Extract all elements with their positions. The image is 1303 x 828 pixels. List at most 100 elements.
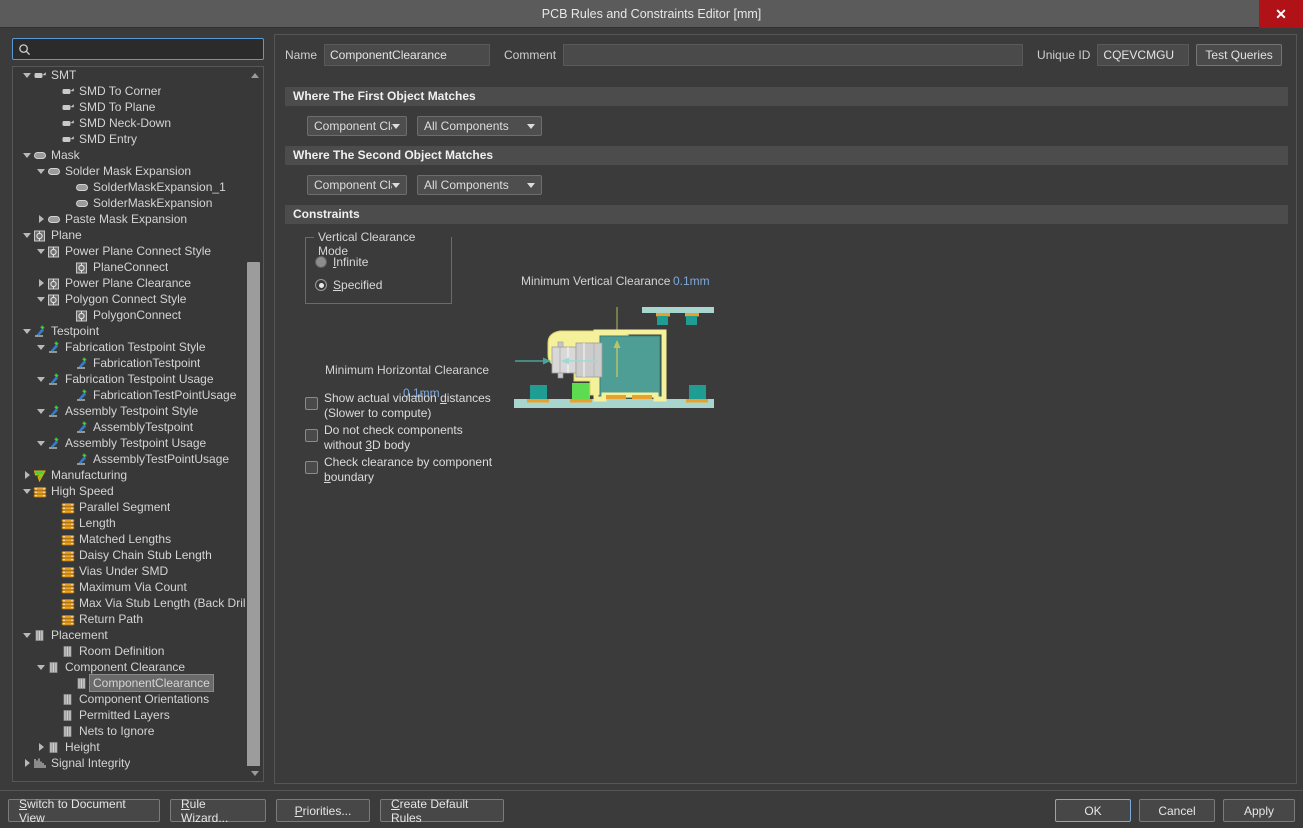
second-object-scope-dropdown[interactable]: Component Cla [307, 175, 407, 195]
first-object-filter-dropdown[interactable]: All Components [417, 116, 542, 136]
priorities-button[interactable]: Priorities... [276, 799, 370, 822]
tree-item-label: Nets to Ignore [79, 723, 154, 739]
tree-expand-open-icon[interactable] [35, 297, 47, 302]
tree-item-label: Polygon Connect Style [65, 291, 186, 307]
ok-button[interactable]: OK [1055, 799, 1131, 822]
tree-item-soldermaskexpansion[interactable]: SolderMaskExpansion [13, 195, 249, 211]
tree-item-polygon-connect-style[interactable]: Polygon Connect Style [13, 291, 249, 307]
tree-expand-open-icon[interactable] [21, 73, 33, 78]
cancel-button[interactable]: Cancel [1139, 799, 1215, 822]
tree-item-smd-neck-down[interactable]: SMD Neck-Down [13, 115, 249, 131]
comment-input[interactable] [563, 44, 1023, 66]
tree-item-daisy-chain-stub-length[interactable]: Daisy Chain Stub Length [13, 547, 249, 563]
radio-infinite[interactable]: Infinite [315, 255, 368, 269]
tree-item-permitted-layers[interactable]: Permitted Layers [13, 707, 249, 723]
tree-item-return-path[interactable]: Return Path [13, 611, 249, 627]
tree-item-height[interactable]: Height [13, 739, 249, 755]
tree-expand-open-icon[interactable] [21, 153, 33, 158]
tree-item-soldermaskexpansion-1[interactable]: SolderMaskExpansion_1 [13, 179, 249, 195]
tree-item-maximum-via-count[interactable]: Maximum Via Count [13, 579, 249, 595]
min-vertical-clearance-value[interactable]: 0.1mm [673, 274, 710, 288]
plane-icon [47, 245, 62, 258]
tree-expand-closed-icon[interactable] [35, 279, 47, 287]
tree-item-nets-to-ignore[interactable]: Nets to Ignore [13, 723, 249, 739]
priorities-label: Priorities... [295, 804, 352, 818]
tree-item-power-plane-clearance[interactable]: Power Plane Clearance [13, 275, 249, 291]
tree-expand-open-icon[interactable] [35, 169, 47, 174]
rule-wizard-button[interactable]: Rule Wizard... [170, 799, 266, 822]
highspeed-icon [61, 501, 76, 514]
tree-expand-open-icon[interactable] [35, 441, 47, 446]
apply-button[interactable]: Apply [1223, 799, 1295, 822]
tree-item-mask[interactable]: Mask [13, 147, 249, 163]
tree-expand-closed-icon[interactable] [21, 759, 33, 767]
second-object-filter-dropdown[interactable]: All Components [417, 175, 542, 195]
tree-scrollbar-track[interactable] [247, 82, 262, 768]
tree-expand-open-icon[interactable] [35, 409, 47, 414]
radio-infinite-indicator [315, 256, 327, 268]
tree-expand-open-icon[interactable] [35, 665, 47, 670]
tree-item-signal-integrity[interactable]: Signal Integrity [13, 755, 249, 771]
testpoint-icon [47, 341, 62, 354]
tree-expand-open-icon[interactable] [21, 233, 33, 238]
name-input[interactable] [324, 44, 490, 66]
tree-item-assemblytestpoint[interactable]: AssemblyTestpoint [13, 419, 249, 435]
tree-item-plane[interactable]: Plane [13, 227, 249, 243]
tree-expand-open-icon[interactable] [35, 249, 47, 254]
tree-item-label: FabricationTestPointUsage [93, 387, 236, 403]
tree-item-parallel-segment[interactable]: Parallel Segment [13, 499, 249, 515]
tree-item-length[interactable]: Length [13, 515, 249, 531]
tree-scroll-down-button[interactable] [247, 766, 262, 780]
tree-item-vias-under-smd[interactable]: Vias Under SMD [13, 563, 249, 579]
tree-item-fabrication-testpoint-style[interactable]: Fabrication Testpoint Style [13, 339, 249, 355]
tree-item-testpoint[interactable]: Testpoint [13, 323, 249, 339]
tree-item-matched-lengths[interactable]: Matched Lengths [13, 531, 249, 547]
tree-item-smd-entry[interactable]: SMD Entry [13, 131, 249, 147]
tree-item-component-orientations[interactable]: Component Orientations [13, 691, 249, 707]
tree-item-manufacturing[interactable]: Manufacturing [13, 467, 249, 483]
tree-expand-open-icon[interactable] [35, 345, 47, 350]
tree-item-polygonconnect[interactable]: PolygonConnect [13, 307, 249, 323]
tree-item-power-plane-connect-style[interactable]: Power Plane Connect Style [13, 243, 249, 259]
tree-item-assembly-testpoint-style[interactable]: Assembly Testpoint Style [13, 403, 249, 419]
first-object-scope-dropdown[interactable]: Component Cla [307, 116, 407, 136]
tree-item-solder-mask-expansion[interactable]: Solder Mask Expansion [13, 163, 249, 179]
test-queries-button[interactable]: Test Queries [1196, 44, 1281, 66]
checkbox-clearance-by-boundary[interactable]: Check clearance by componentboundary [305, 455, 492, 485]
create-default-rules-button[interactable]: Create Default Rules [380, 799, 504, 822]
search-box[interactable] [12, 38, 264, 60]
tree-expand-open-icon[interactable] [21, 329, 33, 334]
tree-item-smd-to-plane[interactable]: SMD To Plane [13, 99, 249, 115]
tree-item-planeconnect[interactable]: PlaneConnect [13, 259, 249, 275]
close-icon[interactable]: ✕ [1259, 0, 1303, 28]
tree-item-paste-mask-expansion[interactable]: Paste Mask Expansion [13, 211, 249, 227]
tree-item-high-speed[interactable]: High Speed [13, 483, 249, 499]
tree-item-fabricationtestpointusage[interactable]: FabricationTestPointUsage [13, 387, 249, 403]
tree-item-fabrication-testpoint-usage[interactable]: Fabrication Testpoint Usage [13, 371, 249, 387]
tree-expand-open-icon[interactable] [21, 489, 33, 494]
tree-expand-closed-icon[interactable] [35, 215, 47, 223]
tree-expand-open-icon[interactable] [21, 633, 33, 638]
tree-item-componentclearance[interactable]: ComponentClearance [13, 675, 249, 691]
tree-item-smt[interactable]: SMT [13, 67, 249, 83]
tree-item-assemblytestpointusage[interactable]: AssemblyTestPointUsage [13, 451, 249, 467]
tree-item-smd-to-corner[interactable]: SMD To Corner [13, 83, 249, 99]
checkbox-skip-no-3d-body[interactable]: Do not check componentswithout 3D body [305, 423, 463, 453]
tree-item-assembly-testpoint-usage[interactable]: Assembly Testpoint Usage [13, 435, 249, 451]
tree-item-max-via-stub-length-back-dril[interactable]: Max Via Stub Length (Back Dril [13, 595, 249, 611]
checkbox-show-violation-distances[interactable]: Show actual violation distances(Slower t… [305, 391, 491, 421]
tree-item-fabricationtestpoint[interactable]: FabricationTestpoint [13, 355, 249, 371]
tree-item-placement[interactable]: Placement [13, 627, 249, 643]
tree-scroll-up-button[interactable] [247, 68, 262, 82]
tree-expand-open-icon[interactable] [35, 377, 47, 382]
radio-specified[interactable]: Specified [315, 278, 382, 292]
tree-item-room-definition[interactable]: Room Definition [13, 643, 249, 659]
tree-expand-closed-icon[interactable] [21, 471, 33, 479]
unique-id-input[interactable] [1097, 44, 1189, 66]
switch-to-document-view-button[interactable]: Switch to Document View [8, 799, 160, 822]
tree-expand-closed-icon[interactable] [35, 743, 47, 751]
placement-icon [47, 741, 62, 754]
search-input[interactable] [31, 40, 263, 58]
tree-scrollbar-thumb[interactable] [247, 262, 260, 772]
tree-item-component-clearance[interactable]: Component Clearance [13, 659, 249, 675]
